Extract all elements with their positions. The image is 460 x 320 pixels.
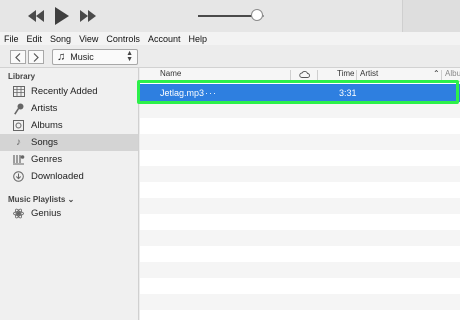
media-type-select[interactable]: ♫ Music ▲ ▼ xyxy=(52,49,138,65)
rewind-icon xyxy=(28,10,44,22)
music-playlists-label: Music Playlists xyxy=(8,195,66,204)
sidebar-item-label: Albums xyxy=(31,120,63,131)
sidebar-item-label: Genius xyxy=(31,208,62,219)
sidebar: Library Recently Added Artists Albums ♪ … xyxy=(0,68,139,320)
column-album[interactable]: Albu xyxy=(445,69,460,78)
column-divider xyxy=(441,70,442,80)
fast-forward-icon xyxy=(80,10,96,22)
empty-row xyxy=(140,230,460,246)
menu-file[interactable]: File xyxy=(4,34,19,44)
status-display xyxy=(402,0,460,32)
sidebar-item-downloaded[interactable]: Downloaded xyxy=(0,168,138,185)
album-icon xyxy=(12,120,25,132)
sidebar-item-artists[interactable]: Artists xyxy=(0,100,138,117)
play-icon xyxy=(55,7,69,25)
empty-row xyxy=(140,294,460,310)
empty-row xyxy=(140,166,460,182)
sidebar-item-genius[interactable]: Genius xyxy=(0,205,138,222)
volume-fill xyxy=(198,15,257,17)
menu-help[interactable]: Help xyxy=(188,34,207,44)
fast-forward-button[interactable] xyxy=(78,7,98,25)
sidebar-item-genres[interactable]: Genres xyxy=(0,151,138,168)
songs-list: Name Time Artist ⌃ Albu Jetlag.mp3 ··· 3… xyxy=(140,68,460,320)
microphone-icon xyxy=(12,103,25,115)
menu-account[interactable]: Account xyxy=(148,34,181,44)
music-note-icon: ♫ xyxy=(57,51,66,63)
menu-song[interactable]: Song xyxy=(50,34,71,44)
sidebar-item-songs[interactable]: ♪ Songs xyxy=(0,134,138,151)
music-note-icon: ♪ xyxy=(16,137,21,148)
volume-knob[interactable] xyxy=(251,9,263,21)
recently-added-icon xyxy=(12,86,25,98)
menu-edit[interactable]: Edit xyxy=(27,34,43,44)
sidebar-item-label: Genres xyxy=(31,154,63,165)
sort-arrow-icon: ⌃ xyxy=(433,69,440,78)
sidebar-item-recently-added[interactable]: Recently Added xyxy=(0,83,138,100)
column-divider xyxy=(317,70,318,80)
column-divider xyxy=(356,70,357,80)
library-heading: Library xyxy=(8,72,36,81)
chevron-left-icon xyxy=(15,52,21,62)
music-playlists-heading[interactable]: Music Playlists ⌄ xyxy=(8,195,74,204)
sidebar-item-albums[interactable]: Albums xyxy=(0,117,138,134)
select-arrows-icon: ▲ ▼ xyxy=(126,50,133,63)
player-bar xyxy=(0,0,460,32)
column-time[interactable]: Time xyxy=(337,69,354,78)
sidebar-item-label: Artists xyxy=(31,103,58,114)
empty-row xyxy=(140,262,460,278)
genres-icon xyxy=(12,154,25,166)
navigation-bar: ♫ Music ▲ ▼ xyxy=(0,45,460,68)
column-artist[interactable]: Artist xyxy=(360,69,378,78)
media-type-label: Music xyxy=(70,52,94,62)
forward-button[interactable] xyxy=(28,50,44,64)
column-name[interactable]: Name xyxy=(160,69,181,78)
menu-view[interactable]: View xyxy=(79,34,98,44)
sidebar-item-label: Downloaded xyxy=(31,171,84,182)
sidebar-item-label: Recently Added xyxy=(31,86,98,97)
menu-bar: File Edit Song View Controls Account Hel… xyxy=(0,32,460,45)
empty-row xyxy=(140,198,460,214)
column-divider xyxy=(290,70,291,80)
empty-row xyxy=(140,102,460,118)
sidebar-item-label: Songs xyxy=(31,137,58,148)
menu-controls[interactable]: Controls xyxy=(106,34,140,44)
highlight-box xyxy=(137,80,459,104)
rewind-button[interactable] xyxy=(26,7,46,25)
empty-row xyxy=(140,134,460,150)
cloud-icon[interactable] xyxy=(299,70,310,80)
chevron-down-icon: ⌄ xyxy=(67,195,75,204)
back-button[interactable] xyxy=(10,50,26,64)
play-button[interactable] xyxy=(52,7,72,25)
chevron-right-icon xyxy=(33,52,39,62)
genius-icon xyxy=(12,208,25,220)
download-icon xyxy=(12,171,25,183)
